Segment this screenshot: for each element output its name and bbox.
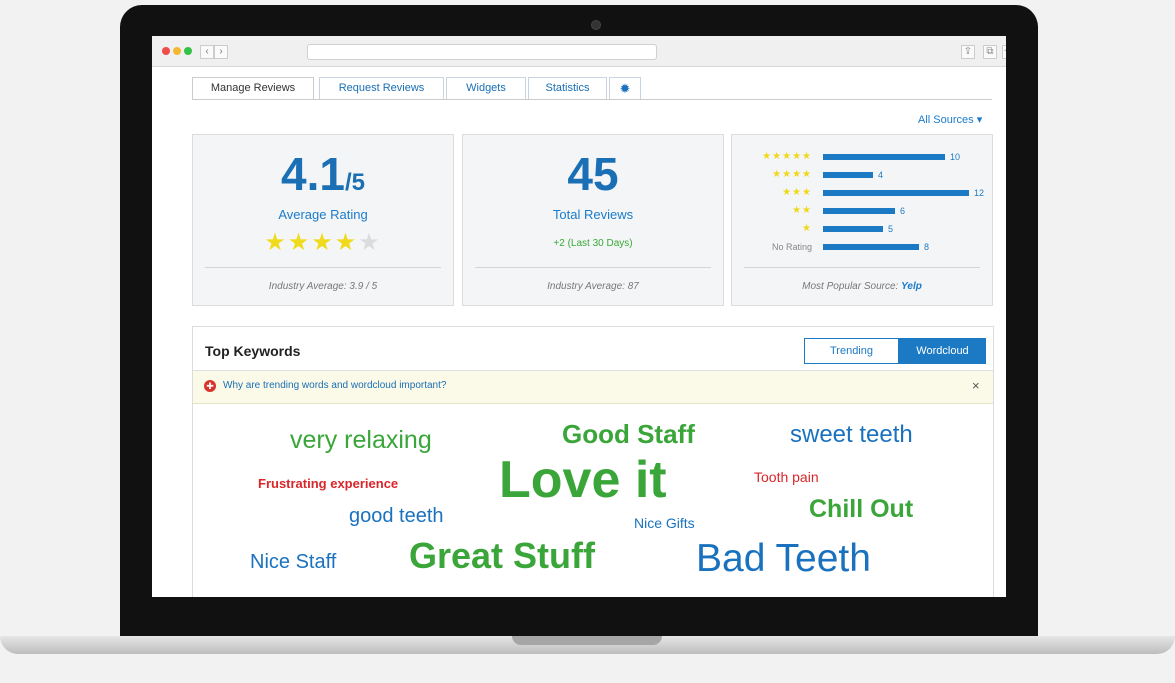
distribution-count: 5	[888, 224, 894, 234]
keyword[interactable]: sweet teeth	[790, 423, 913, 447]
tab-statistics[interactable]: Statistics	[528, 77, 607, 99]
screen: ‹ › ⇪ ⧉ + Manage Reviews Request Reviews…	[152, 36, 1006, 597]
industry-average-reviews: Industry Average: 87	[547, 281, 639, 292]
keyword[interactable]: very relaxing	[290, 428, 432, 453]
star-icon: ★	[287, 229, 312, 256]
webcam	[591, 20, 601, 30]
keyword[interactable]: Chill Out	[809, 497, 913, 522]
star-icon: ★	[334, 229, 359, 256]
divider	[744, 267, 980, 268]
maximize-window-button[interactable]	[184, 47, 192, 55]
trending-toggle-button[interactable]: Trending	[804, 338, 899, 364]
settings-gear-icon[interactable]: ✹	[609, 77, 641, 99]
distribution-count: 4	[878, 170, 884, 180]
star-label: ★	[802, 223, 812, 234]
wordcloud-toggle-button[interactable]: Wordcloud	[899, 338, 986, 364]
keyword[interactable]: Nice Gifts	[634, 516, 695, 530]
distribution-count: 6	[900, 206, 906, 216]
address-bar[interactable]	[307, 44, 657, 60]
star-label: ★★★	[782, 187, 812, 198]
keyword[interactable]: Nice Staff	[250, 552, 336, 572]
tab-divider	[192, 99, 992, 100]
distribution-bar	[823, 244, 919, 250]
reviews-delta: +2 (Last 30 Days)	[553, 238, 633, 249]
keyword[interactable]: Love it	[499, 454, 667, 506]
minimize-window-button[interactable]	[173, 47, 181, 55]
tab-request-reviews[interactable]: Request Reviews	[319, 77, 444, 99]
distribution-bar	[823, 190, 969, 196]
lifebuoy-icon: ✚	[204, 380, 216, 392]
industry-average-rating: Industry Average: 3.9 / 5	[268, 281, 378, 292]
total-reviews-card: 45 Total Reviews +2 (Last 30 Days) Indus…	[462, 134, 724, 306]
close-icon[interactable]: ×	[972, 378, 980, 393]
star-label: ★★★★★	[762, 151, 812, 162]
distribution-count: 12	[974, 188, 985, 198]
keyword[interactable]: Bad Teeth	[696, 539, 871, 578]
distribution-count: 10	[950, 152, 961, 162]
close-window-button[interactable]	[162, 47, 170, 55]
distribution-bar	[823, 154, 945, 160]
no-rating-label: No Rating	[771, 242, 812, 252]
laptop-notch	[512, 636, 662, 645]
new-tab-icon[interactable]: +	[1002, 45, 1006, 59]
star-label: ★★	[792, 205, 812, 216]
most-popular-source: Most Popular Source: Yelp	[802, 281, 922, 292]
info-link[interactable]: Why are trending words and wordcloud imp…	[223, 380, 446, 391]
info-banner: ✚ Why are trending words and wordcloud i…	[193, 371, 993, 404]
keyword[interactable]: good teeth	[349, 506, 444, 526]
total-reviews-value: 45	[567, 148, 619, 200]
distribution-bar	[823, 172, 873, 178]
rating-scale: /5	[344, 169, 365, 196]
star-icon: ★	[264, 229, 288, 256]
average-rating-value: 4.1/5	[281, 148, 365, 200]
top-keywords-panel: Top Keywords Trending Wordcloud ✚ Why ar…	[192, 326, 994, 597]
divider	[475, 267, 711, 268]
sources-dropdown[interactable]: All Sources ▾	[918, 113, 982, 126]
average-rating-card: 4.1/5 Average Rating ★★★★★ Industry Aver…	[192, 134, 454, 306]
distribution-bar	[823, 226, 883, 232]
star-empty-icon: ★	[358, 229, 382, 256]
forward-icon[interactable]: ›	[214, 45, 228, 59]
divider	[205, 267, 441, 268]
distribution-count: 8	[924, 242, 930, 252]
keyword[interactable]: Tooth pain	[754, 470, 819, 484]
tab-widgets[interactable]: Widgets	[446, 77, 526, 99]
back-icon[interactable]: ‹	[200, 45, 214, 59]
distribution-bar	[823, 208, 895, 214]
top-keywords-title: Top Keywords	[205, 343, 301, 359]
keyword[interactable]: Frustrating experience	[258, 477, 398, 490]
share-icon[interactable]: ⇪	[961, 45, 975, 59]
rating-distribution-card: ★★★★★ 10 ★★★★ 4 ★★★ 12 ★★ 6 ★ 5 No Ratin…	[731, 134, 993, 306]
browser-toolbar: ‹ › ⇪ ⧉ +	[152, 36, 1006, 67]
tabs-icon[interactable]: ⧉	[983, 45, 997, 59]
star-icon: ★	[311, 229, 335, 256]
average-rating-label: Average Rating	[278, 207, 368, 222]
source-link[interactable]: Yelp	[901, 281, 922, 292]
keyword[interactable]: Great Stuff	[409, 538, 595, 574]
tab-manage-reviews[interactable]: Manage Reviews	[192, 77, 314, 100]
rating-stars: ★★★★★	[193, 228, 453, 257]
star-label: ★★★★	[772, 169, 812, 180]
keyword[interactable]: Good Staff	[562, 421, 695, 447]
total-reviews-label: Total Reviews	[552, 207, 634, 222]
